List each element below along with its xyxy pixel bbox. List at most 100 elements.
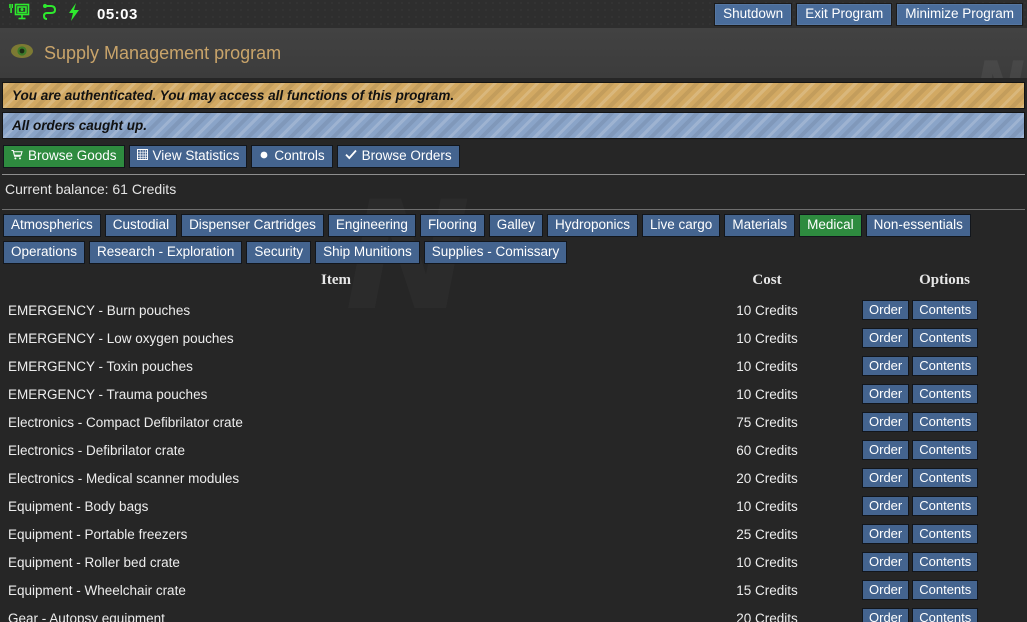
table-row: EMERGENCY - Toxin pouches10 CreditsOrder… (0, 352, 1027, 380)
check-icon (345, 149, 357, 163)
column-header-cost: Cost (672, 272, 862, 296)
minimize-program-button[interactable]: Minimize Program (896, 3, 1023, 26)
table-row: Equipment - Roller bed crate10 CreditsOr… (0, 548, 1027, 576)
cell-item-cost: 10 Credits (672, 324, 862, 352)
contents-button[interactable]: Contents (912, 300, 978, 320)
cell-item-options: OrderContents (862, 436, 1027, 464)
option-button-group: OrderContents (862, 384, 1027, 404)
cell-item-name: Equipment - Body bags (0, 492, 672, 520)
category-tab-live-cargo[interactable]: Live cargo (642, 214, 720, 237)
category-tab-galley[interactable]: Galley (489, 214, 543, 237)
tab-browse-goods[interactable]: Browse Goods (3, 145, 125, 168)
exit-program-button[interactable]: Exit Program (796, 3, 892, 26)
category-tab-research-exploration[interactable]: Research - Exploration (89, 241, 242, 264)
tab-controls-label: Controls (274, 148, 324, 164)
category-tab-engineering[interactable]: Engineering (328, 214, 416, 237)
cell-item-name: EMERGENCY - Trauma pouches (0, 380, 672, 408)
category-tab-operations[interactable]: Operations (3, 241, 85, 264)
os-status-bar: 05:03 Shutdown Exit Program Minimize Pro… (0, 0, 1027, 28)
shopping-cart-icon (11, 149, 23, 163)
option-button-group: OrderContents (862, 412, 1027, 432)
cell-item-name: Gear - Autopsy equipment (0, 604, 672, 622)
main-nav: Browse Goods View Statistics Controls (3, 145, 1027, 168)
orders-status-notice: All orders caught up. (2, 112, 1025, 139)
clock: 05:03 (97, 6, 138, 23)
shutdown-button[interactable]: Shutdown (714, 3, 792, 26)
contents-button[interactable]: Contents (912, 356, 978, 376)
category-tab-dispenser-cartridges[interactable]: Dispenser Cartridges (181, 214, 324, 237)
cell-item-options: OrderContents (862, 576, 1027, 604)
order-button[interactable]: Order (862, 496, 909, 516)
column-header-item: Item (0, 272, 672, 296)
window-title-bar: Supply Management program (0, 28, 1027, 78)
cell-item-options: OrderContents (862, 296, 1027, 324)
authentication-notice: You are authenticated. You may access al… (2, 82, 1025, 109)
contents-button[interactable]: Contents (912, 496, 978, 516)
option-button-group: OrderContents (862, 608, 1027, 622)
option-button-group: OrderContents (862, 524, 1027, 544)
category-tab-materials[interactable]: Materials (724, 214, 795, 237)
cell-item-cost: 60 Credits (672, 436, 862, 464)
category-tab-non-essentials[interactable]: Non-essentials (866, 214, 971, 237)
page-title: Supply Management program (44, 43, 281, 64)
order-button[interactable]: Order (862, 412, 909, 432)
cell-item-options: OrderContents (862, 464, 1027, 492)
table-row: Electronics - Defibrilator crate60 Credi… (0, 436, 1027, 464)
order-button[interactable]: Order (862, 300, 909, 320)
goods-table-head: Item Cost Options (0, 272, 1027, 296)
table-header-row: Item Cost Options (0, 272, 1027, 296)
order-button[interactable]: Order (862, 580, 909, 600)
contents-button[interactable]: Contents (912, 608, 978, 622)
tab-browse-orders[interactable]: Browse Orders (337, 145, 460, 168)
order-button[interactable]: Order (862, 608, 909, 622)
cell-item-options: OrderContents (862, 520, 1027, 548)
cell-item-options: OrderContents (862, 548, 1027, 576)
order-button[interactable]: Order (862, 356, 909, 376)
contents-button[interactable]: Contents (912, 440, 978, 460)
option-button-group: OrderContents (862, 356, 1027, 376)
grid-icon (137, 149, 148, 163)
category-tab-ship-munitions[interactable]: Ship Munitions (315, 241, 420, 264)
tab-view-statistics[interactable]: View Statistics (129, 145, 248, 168)
category-tab-flooring[interactable]: Flooring (420, 214, 485, 237)
order-button[interactable]: Order (862, 524, 909, 544)
tab-view-statistics-label: View Statistics (153, 148, 240, 164)
contents-button[interactable]: Contents (912, 552, 978, 572)
category-tab-supplies-comissary[interactable]: Supplies - Comissary (424, 241, 568, 264)
power-cable-icon (42, 2, 57, 27)
cell-item-cost: 10 Credits (672, 352, 862, 380)
os-window-controls: Shutdown Exit Program Minimize Program (714, 3, 1027, 26)
order-button[interactable]: Order (862, 328, 909, 348)
column-header-options: Options (862, 272, 1027, 296)
order-button[interactable]: Order (862, 384, 909, 404)
category-tab-hydroponics[interactable]: Hydroponics (547, 214, 638, 237)
cell-item-name: Equipment - Portable freezers (0, 520, 672, 548)
os-bar-icons: 05:03 (0, 2, 138, 27)
table-row: EMERGENCY - Burn pouches10 CreditsOrderC… (0, 296, 1027, 324)
contents-button[interactable]: Contents (912, 328, 978, 348)
contents-button[interactable]: Contents (912, 468, 978, 488)
goods-table-wrap: Item Cost Options EMERGENCY - Burn pouch… (0, 272, 1027, 622)
category-tab-custodial[interactable]: Custodial (105, 214, 177, 237)
program-content: N You are authenticated. You may access … (0, 78, 1027, 622)
category-tab-medical[interactable]: Medical (799, 214, 862, 237)
cell-item-cost: 10 Credits (672, 380, 862, 408)
cell-item-name: EMERGENCY - Low oxygen pouches (0, 324, 672, 352)
order-button[interactable]: Order (862, 552, 909, 572)
contents-button[interactable]: Contents (912, 412, 978, 432)
cell-item-cost: 15 Credits (672, 576, 862, 604)
contents-button[interactable]: Contents (912, 580, 978, 600)
order-button[interactable]: Order (862, 440, 909, 460)
contents-button[interactable]: Contents (912, 384, 978, 404)
option-button-group: OrderContents (862, 496, 1027, 516)
category-tab-security[interactable]: Security (246, 241, 311, 264)
tab-controls[interactable]: Controls (251, 145, 332, 168)
table-row: EMERGENCY - Trauma pouches10 CreditsOrde… (0, 380, 1027, 408)
contents-button[interactable]: Contents (912, 524, 978, 544)
cell-item-options: OrderContents (862, 492, 1027, 520)
dot-icon (259, 150, 269, 163)
table-row: Electronics - Medical scanner modules20 … (0, 464, 1027, 492)
cell-item-cost: 10 Credits (672, 492, 862, 520)
category-tab-atmospherics[interactable]: Atmospherics (3, 214, 101, 237)
order-button[interactable]: Order (862, 468, 909, 488)
